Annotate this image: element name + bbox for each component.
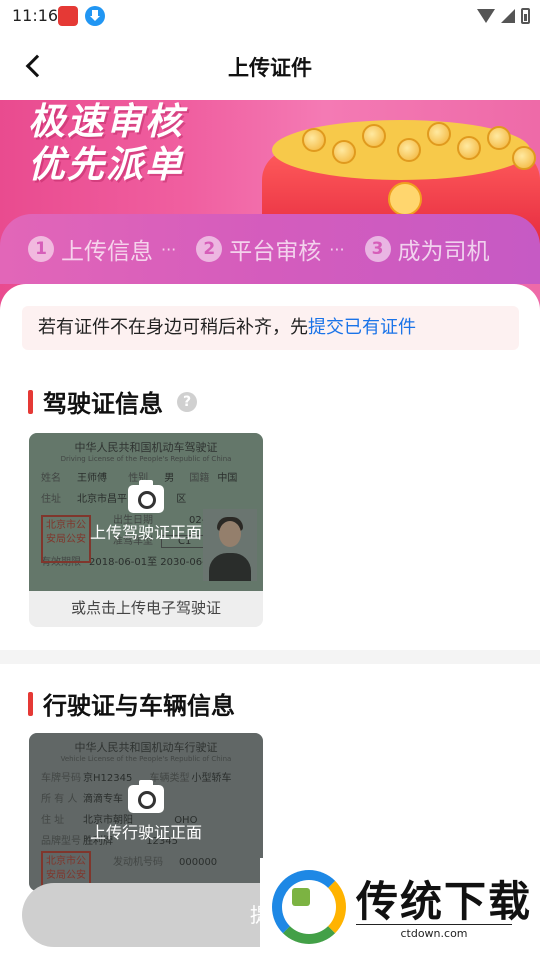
site-watermark: 传统下载 ctdown.com xyxy=(260,858,540,960)
upload-overlay[interactable]: 上传驾驶证正面 xyxy=(29,433,263,591)
signal-icon xyxy=(501,9,515,23)
step-dots: ··· xyxy=(329,239,345,259)
step-label: 成为司机 xyxy=(397,239,490,265)
banner-line-2: 优先派单 xyxy=(28,143,184,186)
red-packet-badge xyxy=(388,182,422,216)
nav-bar: 上传证件 xyxy=(0,32,540,100)
coin-icon xyxy=(362,124,386,148)
step-number: 2 xyxy=(196,236,223,262)
coin-icon xyxy=(512,146,536,170)
notice-text: 若有证件不在身边可稍后补齐，先 xyxy=(38,317,308,338)
coin-icon xyxy=(457,136,481,160)
coin-icon xyxy=(427,122,451,146)
battery-icon xyxy=(521,8,530,24)
vehicle-license-section-title: 行驶证与车辆信息 xyxy=(28,686,235,721)
step-number: 1 xyxy=(28,236,54,262)
banner-line-1: 极速审核 xyxy=(28,100,184,143)
step-label: 平台审核 xyxy=(229,239,322,265)
driving-license-sample[interactable]: 中华人民共和国机动车驾驶证 Driving License of the Peo… xyxy=(29,433,263,591)
driving-license-upload-card[interactable]: 中华人民共和国机动车驾驶证 Driving License of the Peo… xyxy=(29,433,263,627)
driving-license-section-title: 驾驶证信息 ? xyxy=(28,384,197,419)
section-accent-bar xyxy=(28,389,33,414)
coin-icon xyxy=(397,138,421,162)
upload-e-license-button[interactable]: 或点击上传电子驾驶证 xyxy=(29,591,263,627)
camera-icon xyxy=(128,480,164,513)
vehicle-license-sample[interactable]: 中华人民共和国机动车行驶证 Vehicle License of the Peo… xyxy=(29,733,263,891)
step-platform-review: 2 平台审核 ··· xyxy=(196,232,345,266)
app-notification-icon xyxy=(58,6,78,26)
camera-icon xyxy=(128,780,164,813)
section-divider xyxy=(0,650,540,664)
progress-steps: 1 上传信息 ··· 2 平台审核 ··· 3 成为司机 xyxy=(0,214,540,284)
watermark-logo-icon xyxy=(272,870,346,944)
coin-icon xyxy=(302,128,326,152)
coin-icon xyxy=(332,140,356,164)
wifi-icon xyxy=(477,9,495,23)
status-icons xyxy=(477,6,530,26)
watermark-site: ctdown.com xyxy=(356,924,512,940)
section-title-text: 驾驶证信息 xyxy=(43,390,163,418)
section-accent-bar xyxy=(28,691,33,716)
coin-icon xyxy=(487,126,511,150)
watermark-title: 传统下载 xyxy=(356,877,533,926)
status-time: 11:16 xyxy=(12,6,59,25)
notice-banner: 若有证件不在身边可稍后补齐，先提交已有证件 xyxy=(22,306,519,350)
submit-existing-link[interactable]: 提交已有证件 xyxy=(308,317,416,338)
step-number: 3 xyxy=(364,236,391,262)
download-notification-icon xyxy=(85,6,105,26)
step-become-driver: 3 成为司机 xyxy=(364,232,490,266)
banner-slogan: 极速审核 优先派单 xyxy=(28,100,184,186)
status-bar: 11:16 xyxy=(0,0,540,32)
step-label: 上传信息 xyxy=(61,239,153,265)
step-dots: ··· xyxy=(161,239,177,259)
upload-overlay[interactable]: 上传行驶证正面 xyxy=(29,733,263,891)
upload-vehicle-license-label: 上传行驶证正面 xyxy=(89,823,202,842)
step-upload-info: 1 上传信息 ··· xyxy=(28,232,176,266)
page-title: 上传证件 xyxy=(228,56,312,80)
upload-driving-license-label: 上传驾驶证正面 xyxy=(89,523,202,542)
help-icon[interactable]: ? xyxy=(177,391,197,412)
section-title-text: 行驶证与车辆信息 xyxy=(43,692,235,720)
vehicle-license-upload-card[interactable]: 中华人民共和国机动车行驶证 Vehicle License of the Peo… xyxy=(29,733,263,891)
